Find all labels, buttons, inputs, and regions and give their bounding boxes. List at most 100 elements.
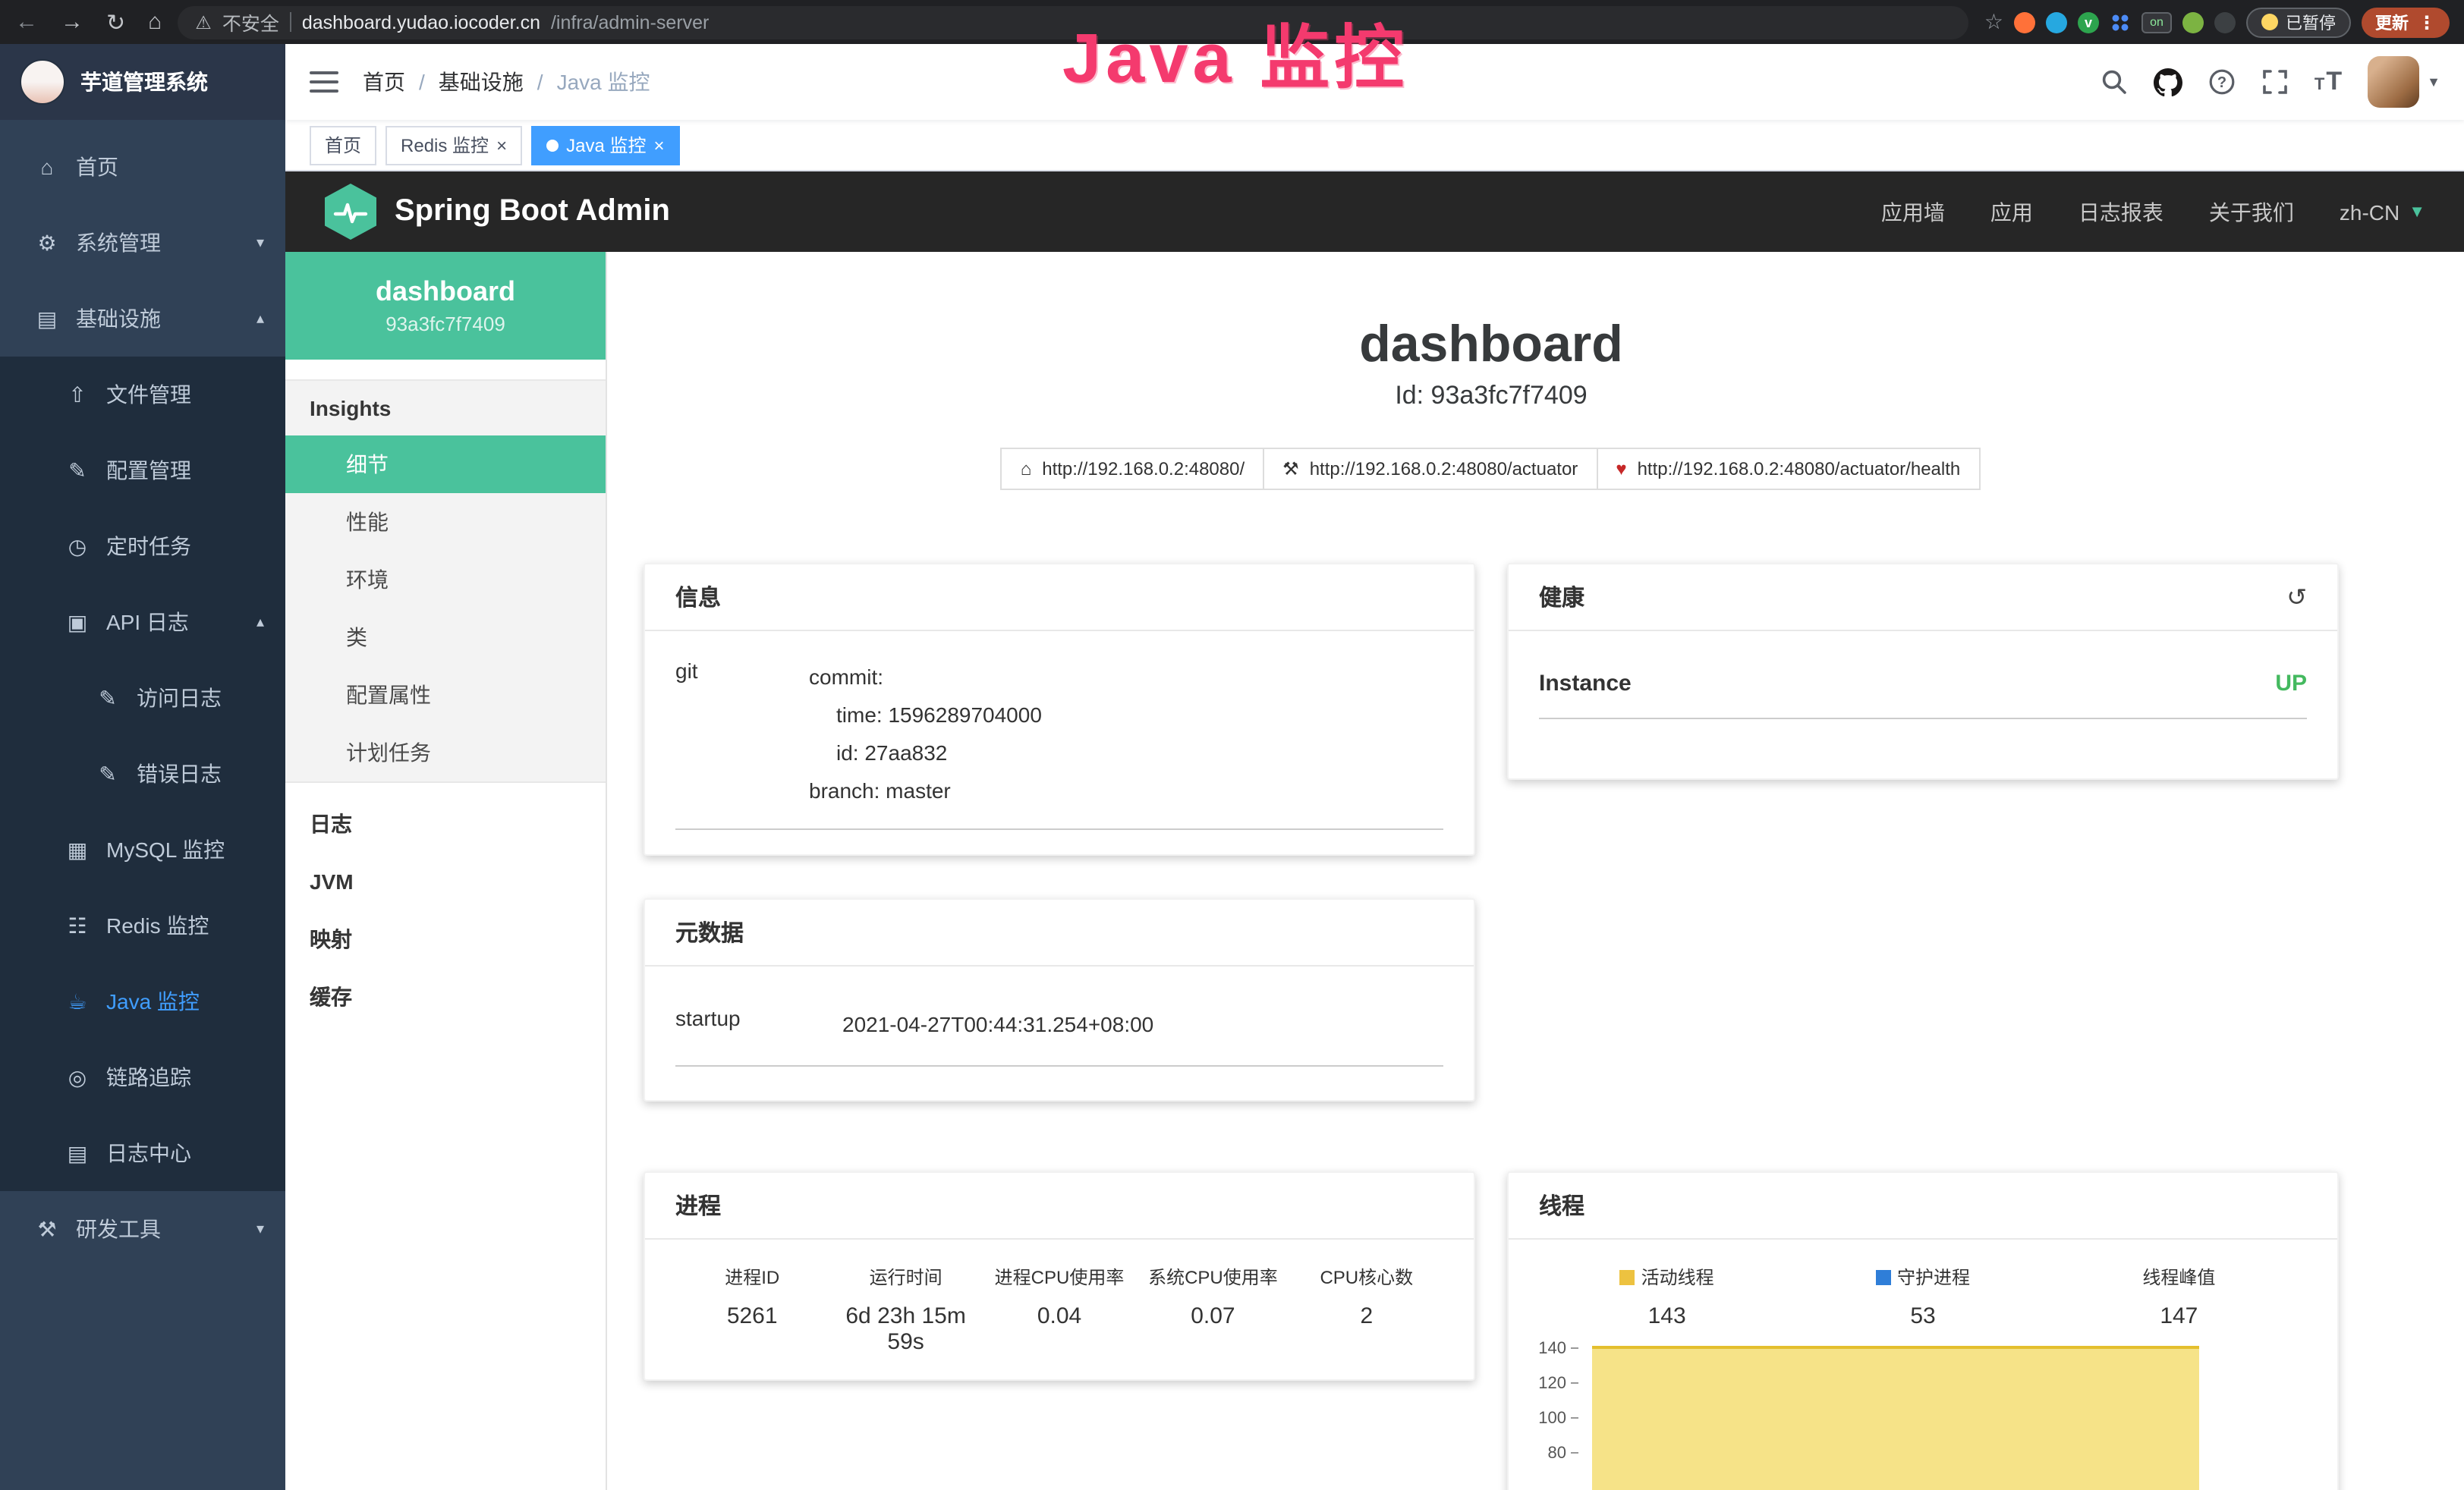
sba-item-scheduled[interactable]: 计划任务 <box>285 724 606 781</box>
sidebar-item-config[interactable]: ✎配置管理 <box>0 432 285 508</box>
threads-stats: 活动线程143 守护进程53 线程峰值147 <box>1539 1264 2307 1329</box>
hamburger-icon[interactable] <box>310 71 338 93</box>
top-navbar: 首页 / 基础设施 / Java 监控 ? <box>285 44 2464 120</box>
sba-brand[interactable]: Spring Boot Admin <box>325 184 670 240</box>
font-size-icon[interactable]: TT <box>2315 67 2342 97</box>
health-instance-label: Instance <box>1539 671 1632 696</box>
chevron-down-icon: ▼ <box>2409 203 2425 221</box>
browser-toolbar: ← → ↻ ⌂ ⚠ 不安全 dashboard.yudao.iocoder.cn… <box>0 0 2464 44</box>
sba-item-metrics[interactable]: 性能 <box>285 493 606 551</box>
home-icon: ⌂ <box>1021 458 1032 479</box>
sidebar-item-log-center[interactable]: ▤日志中心 <box>0 1115 285 1191</box>
language-select[interactable]: zh-CN ▼ <box>2340 200 2425 224</box>
sidebar-item-infra[interactable]: ▤基础设施▴ <box>0 281 285 357</box>
tab-java[interactable]: Java 监控× <box>531 125 679 165</box>
history-icon[interactable]: ↺ <box>2286 582 2307 612</box>
sba-group-insights[interactable]: Insights <box>285 381 606 435</box>
extension-puzzle-icon[interactable] <box>2214 11 2236 33</box>
chrome-update-button[interactable]: 更新 ⋮ <box>2362 7 2450 37</box>
sidebar-item-trace[interactable]: ◎链路追踪 <box>0 1039 285 1115</box>
info-card: 信息 git commit: time: 1596289704000 id: 2… <box>644 563 1475 856</box>
breadcrumb-infra[interactable]: 基础设施 <box>439 67 524 97</box>
profile-paused-chip[interactable]: 已暂停 <box>2246 7 2351 37</box>
sidebar-item-access-log[interactable]: ✎访问日志 <box>0 660 285 736</box>
fullscreen-icon[interactable] <box>2261 68 2289 96</box>
actuator-url-button[interactable]: ⚒http://192.168.0.2:48080/actuator <box>1263 448 1597 490</box>
metadata-card: 元数据 startup 2021-04-27T00:44:31.254+08:0… <box>644 898 1475 1102</box>
sidebar-item-system[interactable]: ⚙系统管理▾ <box>0 205 285 281</box>
sba-section-jvm[interactable]: JVM <box>285 853 606 910</box>
address-bar[interactable]: ⚠ 不安全 dashboard.yudao.iocoder.cn /infra/… <box>177 5 1969 39</box>
instance-header[interactable]: dashboard 93a3fc7f7409 <box>285 252 606 360</box>
sidebar-item-redis[interactable]: ☷Redis 监控 <box>0 888 285 963</box>
reload-icon[interactable]: ↻ <box>106 8 125 36</box>
sidebar-item-cron[interactable]: ◷定时任务 <box>0 508 285 584</box>
home-icon: ⌂ <box>30 155 64 179</box>
sidebar-item-api-log[interactable]: ▣API 日志▴ <box>0 584 285 660</box>
sidebar-item-java[interactable]: ☕Java 监控 <box>0 963 285 1039</box>
tab-redis[interactable]: Redis 监控× <box>385 125 522 165</box>
back-icon[interactable]: ← <box>15 9 38 35</box>
sba-item-details[interactable]: 细节 <box>285 435 606 493</box>
api-log-icon: ▣ <box>61 609 94 635</box>
page-title: dashboard <box>644 316 2339 375</box>
kebab-menu-icon[interactable]: ⋮ <box>2418 11 2436 33</box>
sba-nav-about[interactable]: 关于我们 <box>2209 196 2294 227</box>
sba-section-mappings[interactable]: 映射 <box>285 910 606 968</box>
app-logo-row[interactable]: 芋道管理系统 <box>0 44 285 120</box>
process-card: 进程 进程ID5261 运行时间6d 23h 15m 59s 进程CPU使用率0… <box>644 1171 1475 1381</box>
chevron-down-icon: ▾ <box>256 234 264 251</box>
extension-leaf-icon[interactable] <box>2182 11 2204 33</box>
extension-on-badge[interactable]: on <box>2141 11 2172 33</box>
service-url-button[interactable]: ⌂http://192.168.0.2:48080/ <box>1001 448 1264 490</box>
url-path: /infra/admin-server <box>551 11 709 33</box>
help-icon[interactable]: ? <box>2208 68 2236 96</box>
sba-item-env[interactable]: 环境 <box>285 551 606 608</box>
url-host: dashboard.yudao.iocoder.cn <box>302 11 540 33</box>
active-threads-area <box>1592 1346 2199 1490</box>
log-center-icon: ▤ <box>61 1140 94 1166</box>
close-icon[interactable]: × <box>653 134 664 156</box>
active-threads-swatch <box>1620 1270 1635 1285</box>
security-label[interactable]: 不安全 <box>222 8 279 36</box>
breadcrumb-home[interactable]: 首页 <box>363 67 405 97</box>
bookmark-star-icon[interactable]: ☆ <box>1984 9 2003 35</box>
extension-drop-icon[interactable] <box>2046 11 2067 33</box>
browser-window: ← → ↻ ⌂ ⚠ 不安全 dashboard.yudao.iocoder.cn… <box>0 0 2464 1490</box>
avatar <box>2368 56 2419 108</box>
sba-nav-wallboard[interactable]: 应用墙 <box>1881 196 1945 227</box>
home-icon[interactable]: ⌂ <box>148 9 162 35</box>
extension-grid-icon[interactable] <box>2110 11 2131 33</box>
sba-item-classes[interactable]: 类 <box>285 608 606 666</box>
file-upload-icon: ⇧ <box>61 382 94 407</box>
sidebar-item-error-log[interactable]: ✎错误日志 <box>0 736 285 812</box>
extension-check-icon[interactable]: v <box>2078 11 2099 33</box>
sidebar-item-mysql[interactable]: ▦MySQL 监控 <box>0 812 285 888</box>
sba-section-logs[interactable]: 日志 <box>285 795 606 853</box>
health-url-button[interactable]: ♥http://192.168.0.2:48080/actuator/healt… <box>1596 448 1980 490</box>
tab-home[interactable]: 首页 <box>310 125 376 165</box>
sidebar-item-devtools[interactable]: ⚒研发工具▾ <box>0 1191 285 1267</box>
extension-fox-icon[interactable] <box>2014 11 2035 33</box>
forward-icon[interactable]: → <box>61 9 83 35</box>
warning-icon: ⚠ <box>195 11 212 33</box>
wrench-icon: ⚒ <box>1282 458 1299 479</box>
breadcrumb: 首页 / 基础设施 / Java 监控 <box>363 67 650 97</box>
threads-card: 线程 活动线程143 守护进程53 线程峰值147 140 <box>1507 1171 2339 1490</box>
github-icon[interactable] <box>2154 68 2182 96</box>
user-menu[interactable]: ▼ <box>2368 56 2440 108</box>
close-icon[interactable]: × <box>496 134 507 156</box>
info-values: commit: time: 1596289704000 id: 27aa832 … <box>809 659 1443 810</box>
search-icon[interactable] <box>2101 68 2128 96</box>
info-card-title: 信息 <box>645 564 1474 631</box>
sba-section-caches[interactable]: 缓存 <box>285 968 606 1026</box>
infra-icon: ▤ <box>30 306 64 332</box>
sba-nav-applications[interactable]: 应用 <box>1990 196 2033 227</box>
profile-emoji-icon <box>2261 14 2278 30</box>
sba-nav-journal[interactable]: 日志报表 <box>2079 196 2163 227</box>
sidebar-item-home[interactable]: ⌂首页 <box>0 129 285 205</box>
sidebar-item-file[interactable]: ⇧文件管理 <box>0 357 285 432</box>
sba-item-configprops[interactable]: 配置属性 <box>285 666 606 724</box>
threads-card-title: 线程 <box>1509 1173 2337 1240</box>
app-title: 芋道管理系统 <box>80 67 208 97</box>
